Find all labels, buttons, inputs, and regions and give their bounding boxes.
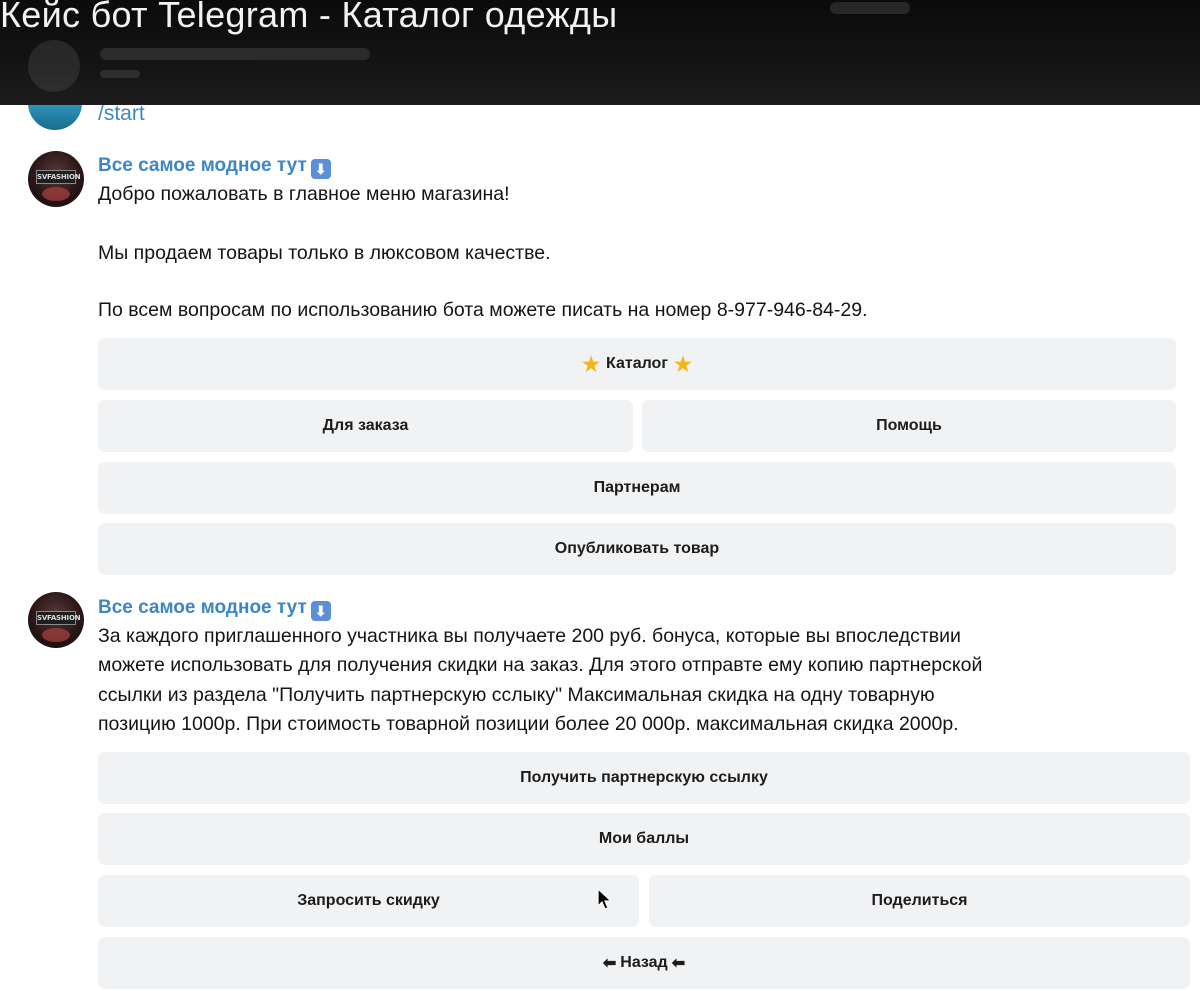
obscured-badge [830,2,910,14]
sender-name-text: Все самое модное тут [98,597,307,618]
bot-avatar[interactable]: SVFASHION [28,151,84,207]
bot-sender-name[interactable]: Все самое модное тут ⬇ [98,597,331,621]
back-button-label: Назад [620,954,668,971]
bot-avatar-logo: SVFASHION [36,170,81,184]
left-arrow-icon: ⬅ [671,955,686,972]
message-text-line: Добро пожаловать в главное меню магазина… [98,183,510,205]
get-partner-link-button-label: Получить партнерскую ссылку [520,769,768,786]
message-text-line: позицию 1000р. При стоимость товарной по… [98,713,959,735]
left-arrow-icon: ⬅ [602,955,617,972]
video-title-overlay: Кейс бот Telegram - Каталог одежды [0,0,1200,105]
catalog-button-label: Каталог [606,355,668,372]
request-discount-button[interactable]: Запросить скидку [98,875,639,927]
message-text-line: За каждого приглашенного участника вы по… [98,625,961,647]
message-text-line: По всем вопросам по использованию бота м… [98,299,868,321]
my-points-button[interactable]: Мои баллы [98,813,1190,865]
obscured-sender [100,48,370,60]
share-button[interactable]: Поделиться [649,875,1190,927]
star-icon: ★ [673,353,692,376]
share-button-label: Поделиться [871,892,968,909]
down-arrow-icon: ⬇ [310,159,331,179]
bot-sender-name[interactable]: Все самое модное тут ⬇ [98,155,331,179]
request-discount-button-label: Запросить скидку [297,892,440,909]
back-button[interactable]: ⬅ Назад ⬅ [98,937,1190,989]
start-command-message: /start [98,102,145,125]
message-text-line: ссылки из раздела "Получить партнерскую … [98,684,935,706]
bot-avatar-logo: SVFASHION [36,611,81,625]
down-arrow-icon: ⬇ [310,601,331,621]
telegram-chat-window: Кейс бот Telegram - Каталог одежды /star… [0,0,1200,991]
video-title: Кейс бот Telegram - Каталог одежды [0,0,618,35]
bot-avatar[interactable]: SVFASHION [28,592,84,648]
get-partner-link-button[interactable]: Получить партнерскую ссылку [98,752,1190,804]
message-text-line: можете использовать для получения скидки… [98,654,983,676]
obscured-avatar [28,40,80,92]
message-text-line: Мы продаем товары только в люксовом каче… [98,242,551,264]
partners-button-label: Партнерам [593,479,681,496]
order-button[interactable]: Для заказа [98,400,633,452]
my-points-button-label: Мои баллы [598,830,690,847]
catalog-button[interactable]: ★ Каталог ★ [98,338,1176,390]
bot-avatar-light [42,187,70,201]
mouse-pointer-icon [597,888,613,910]
publish-item-button-label: Опубликовать товар [554,540,720,557]
help-button-label: Помощь [876,417,942,434]
obscured-previous-message [28,40,370,92]
star-icon: ★ [582,353,600,376]
sender-name-text: Все самое модное тут [98,155,307,176]
partners-button[interactable]: Партнерам [98,462,1176,514]
bot-avatar-light [42,628,70,642]
obscured-text [100,70,140,78]
order-button-label: Для заказа [322,417,409,434]
help-button[interactable]: Помощь [642,400,1176,452]
publish-item-button[interactable]: Опубликовать товар [98,523,1176,575]
